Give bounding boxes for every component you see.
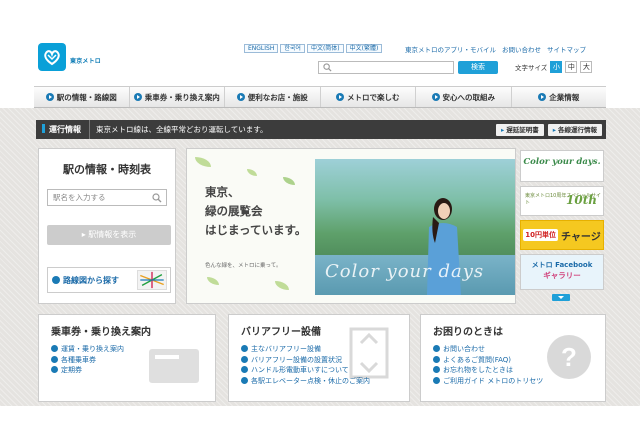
link-apps[interactable]: 東京メトロのアプリ・モバイル bbox=[405, 44, 496, 54]
svg-text:?: ? bbox=[561, 342, 577, 372]
banner-sub: ギャラリー bbox=[543, 271, 581, 280]
banner-charge[interactable]: 10円単位 チャージ bbox=[520, 220, 604, 250]
question-mark-icon: ? bbox=[547, 335, 591, 379]
font-size-label: 文字サイズ bbox=[515, 64, 548, 72]
leaf-decoration bbox=[275, 281, 289, 290]
leaf-decoration bbox=[247, 169, 257, 176]
delay-certificate-button[interactable]: 遅延証明書 bbox=[495, 123, 544, 136]
arrow-right-icon bbox=[336, 93, 344, 101]
lang-chinese-simplified[interactable]: 中文(简体) bbox=[306, 44, 344, 53]
banner-10th-anniversary[interactable]: 東京メトロ10周年スペシャルサイト 10th bbox=[520, 186, 604, 216]
footer-area bbox=[0, 406, 640, 426]
barrier-free-box: バリアフリー設備 主なバリアフリー設備 バリアフリー設備の設置状況 ハンドル形電… bbox=[228, 314, 410, 402]
tickets-title: 乗車券・乗り換え案内 bbox=[51, 327, 151, 338]
banner-badge: 10円単位 bbox=[523, 229, 559, 241]
route-map-label: 路線図から探す bbox=[52, 275, 119, 286]
hero-copy-line: はじまっています。 bbox=[205, 223, 307, 237]
banner-color-your-days[interactable]: Color your days. bbox=[520, 150, 604, 182]
metro-logo[interactable] bbox=[38, 43, 66, 71]
hero-copy-line: 東京、 bbox=[205, 185, 240, 199]
font-size-small[interactable]: 小 bbox=[550, 61, 563, 73]
arrow-right-icon bbox=[431, 93, 440, 101]
search-input[interactable] bbox=[318, 61, 454, 74]
font-size-selector: 文字サイズ 小 中 大 bbox=[515, 61, 593, 73]
banner-scroll-down-button[interactable] bbox=[552, 294, 570, 301]
hero-copy-line: 緑の展覧会 bbox=[205, 204, 263, 218]
font-size-medium[interactable]: 中 bbox=[565, 61, 578, 73]
lang-chinese-traditional[interactable]: 中文(繁體) bbox=[345, 44, 383, 53]
arrow-right-icon bbox=[236, 93, 245, 101]
hero-small-text: 色んな緑を、メトロに乗って。 bbox=[205, 263, 282, 269]
link-sitemap[interactable]: サイトマップ bbox=[547, 44, 586, 54]
arrow-right-icon bbox=[45, 93, 54, 101]
hero-script-text: Color your days bbox=[325, 261, 485, 282]
search-icon bbox=[152, 193, 162, 203]
search-icon bbox=[323, 63, 332, 72]
arrow-right-icon bbox=[538, 93, 547, 101]
status-message: 東京メトロ線は、全線平常どおり運転しています。 bbox=[96, 125, 268, 134]
line-status-button[interactable]: 各線運行情報 bbox=[547, 123, 602, 136]
station-input-placeholder: 駅名を入力する bbox=[53, 193, 106, 202]
side-banners: Color your days. 東京メトロ10周年スペシャルサイト 10th … bbox=[518, 148, 606, 304]
lang-english[interactable]: ENGLISH bbox=[244, 44, 279, 53]
station-name-input[interactable]: 駅名を入力する bbox=[47, 189, 167, 206]
banner-facebook-gallery[interactable]: メトロ Facebook ギャラリー bbox=[520, 254, 604, 290]
font-size-large[interactable]: 大 bbox=[580, 61, 593, 73]
lang-korean[interactable]: 한국어 bbox=[280, 44, 305, 53]
nav-item-enjoy[interactable]: メトロで楽しむ bbox=[321, 87, 416, 107]
nav-item-stations[interactable]: 駅の情報・路線図 bbox=[34, 87, 130, 107]
elevator-decoration-icon bbox=[349, 327, 389, 379]
nav-item-safety[interactable]: 安心への取組み bbox=[416, 87, 512, 107]
banner-text: チャージ bbox=[561, 231, 601, 243]
route-map-thumbnail-icon bbox=[137, 270, 167, 290]
link-contact[interactable]: お問い合わせ bbox=[502, 44, 541, 54]
banner-title: Color your days. bbox=[523, 157, 601, 167]
show-station-info-button[interactable]: 駅情報を表示 bbox=[47, 225, 171, 245]
service-status-bar: 運行情報 東京メトロ線は、全線平常どおり運転しています。 遅延証明書 各線運行情… bbox=[36, 120, 606, 139]
metro-heart-icon bbox=[44, 50, 60, 66]
banner-10th-mark: 10th bbox=[566, 193, 597, 207]
search-button[interactable]: 検索 bbox=[458, 61, 498, 74]
hero-copy: 東京、 緑の展覧会 はじまっています。 bbox=[205, 183, 306, 240]
tickets-box: 乗車券・乗り換え案内 運賃・乗り換え案内 各種乗車券 定期券 bbox=[38, 314, 216, 402]
language-switcher: ENGLISH 한국어 中文(简体) 中文(繁體) bbox=[244, 44, 383, 53]
nav-item-tickets[interactable]: 乗車券・乗り換え案内 bbox=[130, 87, 225, 107]
arrow-right-icon bbox=[133, 93, 142, 101]
logo-text: 東京メトロ bbox=[70, 58, 102, 65]
ticket-decoration-icon bbox=[149, 349, 199, 383]
banner-brand: メトロ Facebook bbox=[531, 261, 593, 269]
route-map-link[interactable]: 路線図から探す bbox=[47, 267, 171, 293]
page: 東京メトロ ENGLISH 한국어 中文(简体) 中文(繁體) 東京メトロのアプ… bbox=[0, 0, 640, 426]
nav-label: 駅の情報・路線図 bbox=[56, 92, 117, 102]
nav-label: 乗車券・乗り換え案内 bbox=[144, 92, 220, 102]
global-nav: 駅の情報・路線図 乗車券・乗り換え案内 便利なお店・施設 メトロで楽しむ 安心へ… bbox=[34, 86, 606, 108]
top-links: 東京メトロのアプリ・モバイル お問い合わせ サイトマップ bbox=[405, 44, 586, 54]
station-search-panel: 駅の情報・時刻表 駅名を入力する 駅情報を表示 路線図から探す bbox=[38, 148, 176, 304]
nav-item-shops[interactable]: 便利なお店・施設 bbox=[225, 87, 321, 107]
leaf-decoration bbox=[195, 157, 211, 167]
nav-label: メトロで楽しむ bbox=[347, 92, 400, 102]
nav-label: 便利なお店・施設 bbox=[247, 92, 308, 102]
hero-banner[interactable]: 東京、 緑の展覧会 はじまっています。 色んな緑を、メトロに乗って。 Color… bbox=[186, 148, 516, 304]
nav-label: 安心への取組み bbox=[442, 92, 496, 102]
nav-label: 企業情報 bbox=[549, 92, 580, 102]
station-panel-title: 駅の情報・時刻表 bbox=[63, 163, 151, 176]
nav-item-corporate[interactable]: 企業情報 bbox=[512, 87, 607, 107]
status-label: 運行情報 bbox=[36, 120, 90, 139]
help-box: ? お困りのときは お問い合わせ よくあるご質問(FAQ) お忘れ物をしたときは… bbox=[420, 314, 606, 402]
leaf-decoration bbox=[207, 277, 219, 285]
